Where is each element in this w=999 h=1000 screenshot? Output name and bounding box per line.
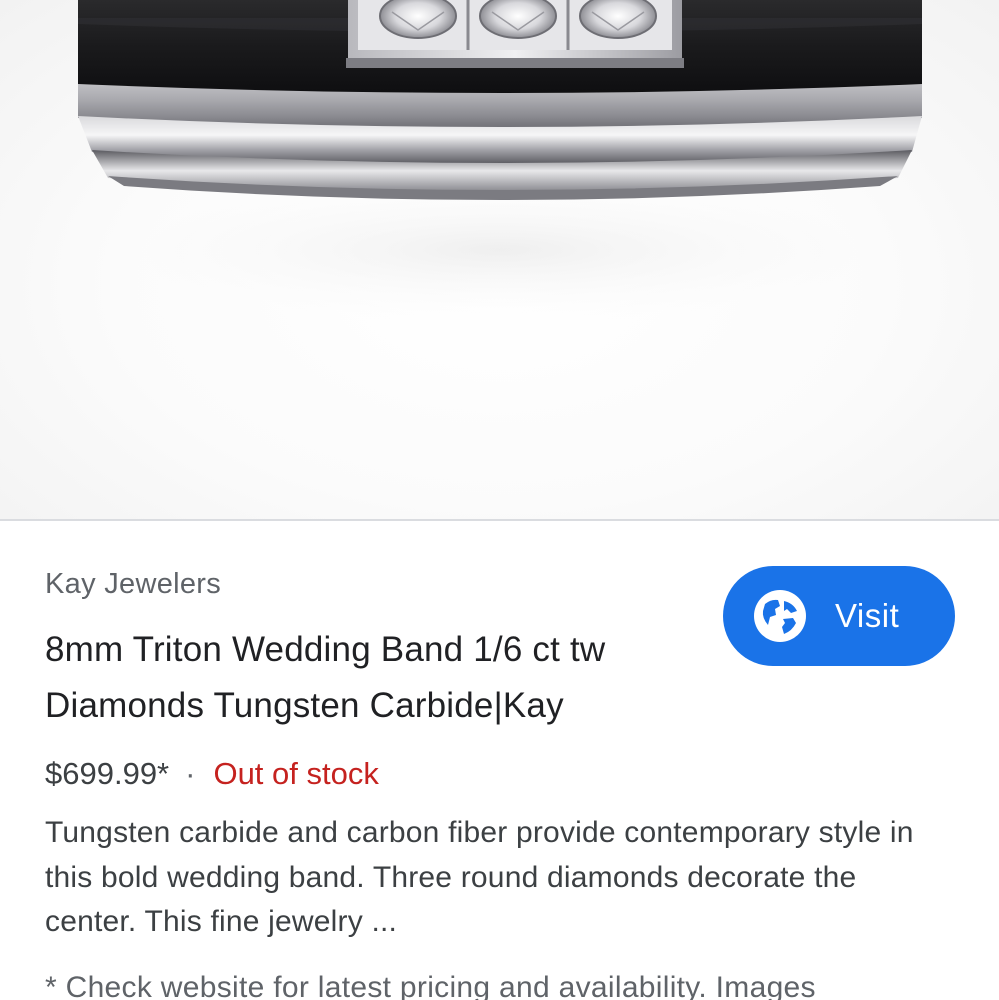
price-row: $699.99* · Out of stock (45, 756, 379, 792)
separator-dot: · (185, 756, 196, 791)
visit-button[interactable]: Visit (723, 566, 955, 666)
merchant-name[interactable]: Kay Jewelers (45, 568, 221, 601)
product-description: Tungsten carbide and carbon fiber provid… (45, 816, 914, 938)
stock-status: Out of stock (213, 756, 379, 791)
ring-illustration (40, 0, 960, 330)
price: $699.99* (45, 756, 170, 791)
globe-icon (751, 587, 809, 645)
pricing-disclaimer: * Check website for latest pricing and a… (45, 971, 816, 1000)
image-divider (0, 519, 999, 521)
product-title[interactable]: 8mm Triton Wedding Band 1/6 ct tw Diamon… (45, 622, 705, 734)
diamond-icon (379, 0, 657, 39)
product-detail-page: Kay Jewelers 8mm Triton Wedding Band 1/6… (0, 0, 999, 1000)
visit-label: Visit (835, 597, 900, 634)
product-image[interactable] (0, 0, 999, 520)
